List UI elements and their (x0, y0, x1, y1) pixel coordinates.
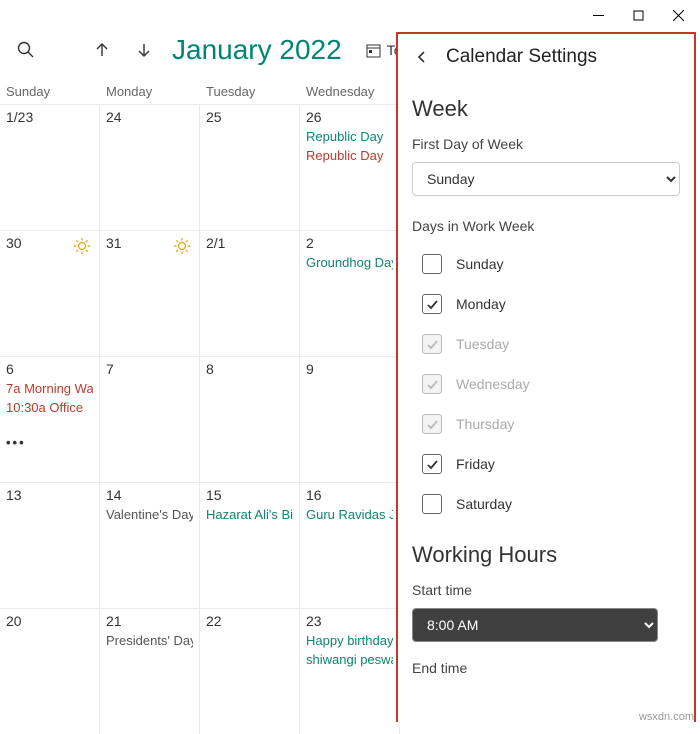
day-cell[interactable]: 9 (300, 357, 400, 482)
day-cell[interactable]: 31 (100, 231, 200, 356)
workday-checkbox-row: Saturday (412, 494, 680, 514)
day-cell[interactable]: 23 Happy birthday shiwangi peswa (300, 609, 400, 734)
event-item[interactable]: Republic Day (306, 148, 393, 163)
start-time-label: Start time (412, 582, 680, 598)
event-item[interactable]: Guru Ravidas Ja (306, 507, 393, 522)
start-time-select[interactable]: 8:00 AM (412, 608, 658, 642)
workday-checkbox (422, 334, 442, 354)
day-header: Monday (100, 80, 200, 103)
day-cell[interactable]: 16 Guru Ravidas Ja (300, 483, 400, 608)
date-number: 9 (306, 361, 393, 377)
workday-label: Thursday (456, 416, 514, 432)
previous-month-button[interactable] (84, 32, 120, 68)
day-cell[interactable]: 20 (0, 609, 100, 734)
weather-sun-icon (73, 237, 91, 258)
workday-checkbox (422, 414, 442, 434)
event-item[interactable]: Groundhog Day (306, 255, 393, 270)
date-number: 6 (6, 361, 93, 377)
event-item[interactable]: 10:30a Office (6, 400, 93, 415)
event-item[interactable]: Republic Day (306, 129, 393, 144)
maximize-button[interactable] (618, 1, 658, 29)
day-header: Sunday (0, 80, 100, 103)
month-title[interactable]: January 2022 (172, 34, 342, 66)
workday-label: Saturday (456, 496, 512, 512)
watermark: wsxdn.com (639, 711, 694, 723)
next-month-button[interactable] (126, 32, 162, 68)
settings-panel: Calendar Settings Week First Day of Week… (396, 32, 696, 722)
day-cell[interactable]: 14 Valentine's Day (100, 483, 200, 608)
weather-sun-icon (173, 237, 191, 258)
day-cell[interactable]: 15 Hazarat Ali's Bi (200, 483, 300, 608)
day-cell[interactable]: 7 (100, 357, 200, 482)
first-day-select[interactable]: Sunday (412, 162, 680, 196)
day-cell[interactable]: 30 (0, 231, 100, 356)
day-cell[interactable]: 25 (200, 105, 300, 230)
workday-checkbox[interactable] (422, 454, 442, 474)
working-hours-section-title: Working Hours (412, 542, 680, 568)
workday-label: Wednesday (456, 376, 530, 392)
date-number: 7 (106, 361, 193, 377)
day-header: Wednesday (300, 80, 400, 103)
day-cell[interactable]: 22 (200, 609, 300, 734)
workday-checkbox[interactable] (422, 294, 442, 314)
workday-checkbox[interactable] (422, 494, 442, 514)
date-number: 14 (106, 487, 193, 503)
workday-checkbox-row: Sunday (412, 254, 680, 274)
day-cell[interactable]: 13 (0, 483, 100, 608)
date-number: 15 (206, 487, 293, 503)
day-cell[interactable]: 2/1 (200, 231, 300, 356)
day-cell[interactable]: 1/23 (0, 105, 100, 230)
day-cell[interactable]: 24 (100, 105, 200, 230)
date-number: 8 (206, 361, 293, 377)
date-number: 2/1 (206, 235, 293, 251)
date-number: 13 (6, 487, 93, 503)
workday-checkbox (422, 374, 442, 394)
week-section-title: Week (412, 96, 680, 122)
workday-checkbox-row: Tuesday (412, 334, 680, 354)
event-item[interactable]: Happy birthday (306, 633, 393, 648)
workday-label: Monday (456, 296, 506, 312)
date-number: 16 (306, 487, 393, 503)
event-item[interactable]: Valentine's Day (106, 507, 193, 522)
date-number: 2 (306, 235, 393, 251)
search-icon[interactable] (8, 32, 44, 68)
date-number: 25 (206, 109, 293, 125)
workday-checkbox[interactable] (422, 254, 442, 274)
workday-checkbox-row: Wednesday (412, 374, 680, 394)
more-events-icon[interactable]: ••• (6, 435, 93, 450)
workday-label: Sunday (456, 256, 503, 272)
back-button[interactable] (412, 47, 432, 67)
workday-label: Tuesday (456, 336, 509, 352)
workday-checkbox-row: Monday (412, 294, 680, 314)
date-number: 1/23 (6, 109, 93, 125)
event-item[interactable]: Presidents' Day (106, 633, 193, 648)
day-cell[interactable]: 8 (200, 357, 300, 482)
event-item[interactable]: 7a Morning Wa (6, 381, 93, 396)
day-cell[interactable]: 6 7a Morning Wa 10:30a Office ••• (0, 357, 100, 482)
date-number: 26 (306, 109, 393, 125)
first-day-label: First Day of Week (412, 136, 680, 152)
event-item[interactable]: Hazarat Ali's Bi (206, 507, 293, 522)
event-item[interactable]: shiwangi peswa (306, 652, 393, 667)
date-number: 21 (106, 613, 193, 629)
workday-label: Friday (456, 456, 495, 472)
settings-title: Calendar Settings (446, 46, 597, 68)
workday-checkbox-row: Thursday (412, 414, 680, 434)
date-number: 23 (306, 613, 393, 629)
day-cell[interactable]: 21 Presidents' Day (100, 609, 200, 734)
day-header: Tuesday (200, 80, 300, 103)
date-number: 22 (206, 613, 293, 629)
date-number: 20 (6, 613, 93, 629)
minimize-button[interactable] (578, 1, 618, 29)
close-button[interactable] (658, 1, 698, 29)
window-controls (0, 0, 700, 30)
day-cell[interactable]: 2 Groundhog Day (300, 231, 400, 356)
days-in-workweek-label: Days in Work Week (412, 218, 680, 234)
end-time-label: End time (412, 660, 680, 676)
calendar-icon (366, 43, 381, 58)
workday-checkbox-row: Friday (412, 454, 680, 474)
day-cell[interactable]: 26 Republic Day Republic Day (300, 105, 400, 230)
date-number: 24 (106, 109, 193, 125)
